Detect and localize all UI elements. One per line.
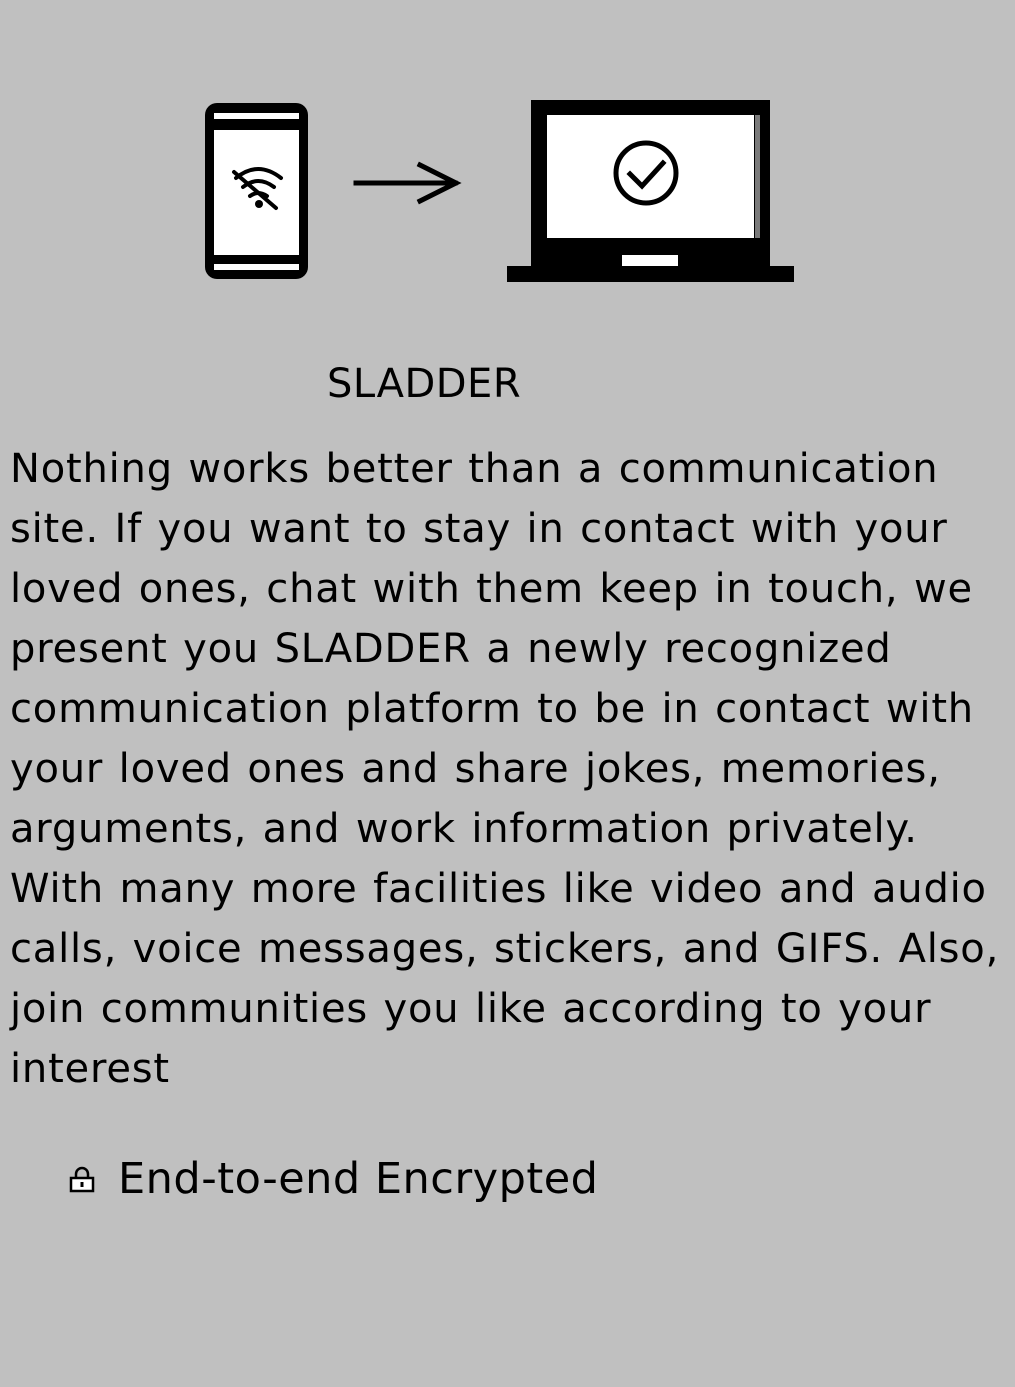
feature-encrypted: End-to-end Encrypted <box>68 1148 598 1210</box>
hero-svg <box>205 100 794 282</box>
hero-illustration <box>0 0 1015 300</box>
lock-icon <box>69 1166 95 1193</box>
arrow-right-icon <box>353 161 462 205</box>
page-title: SLADDER <box>327 361 522 407</box>
laptop-check-icon <box>507 100 794 282</box>
feature-label: End-to-end Encrypted <box>118 1154 599 1204</box>
description-text: Nothing works better than a communicatio… <box>10 446 1000 1092</box>
phone-no-wifi-icon <box>205 103 308 279</box>
